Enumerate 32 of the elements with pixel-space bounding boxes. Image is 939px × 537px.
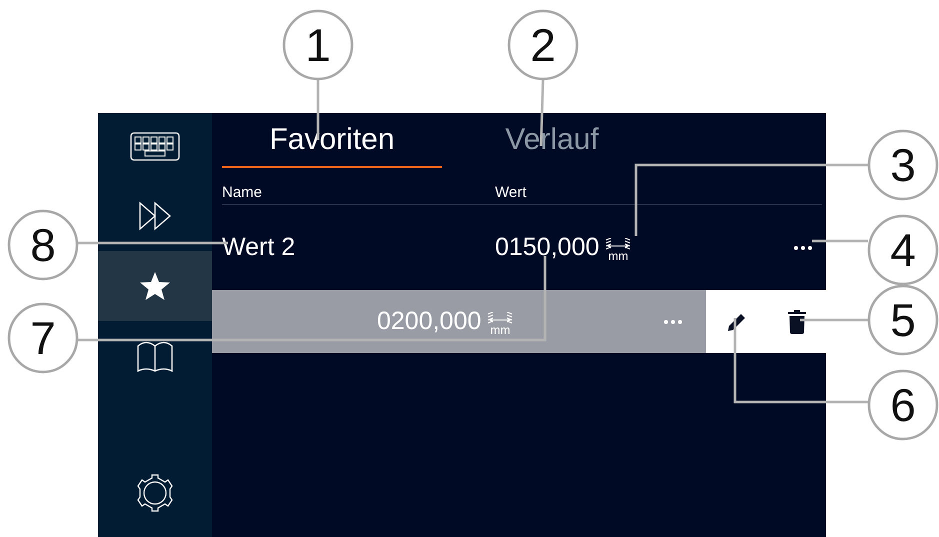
leader-line [812,240,868,242]
fast-forward-icon [138,201,172,231]
settings-icon [135,473,175,513]
unit-label: mm [490,324,510,336]
book-icon [136,340,174,372]
callout-number: 4 [890,224,916,276]
unit-label: mm [608,250,628,262]
row-name: Wert 2 [222,233,296,262]
callout-circle [8,210,78,280]
row-value: 0150,000 [495,233,600,262]
callout-number: 2 [530,19,556,71]
column-header: Wert [495,184,526,201]
distance-icon [605,238,632,250]
callout-number: 3 [890,139,916,191]
tab[interactable]: Verlauf [442,113,662,168]
callout-circle [508,10,578,80]
star-icon [139,271,171,301]
callout-number: 8 [30,219,56,271]
trash-icon [788,310,806,334]
callout-number: 7 [30,312,56,364]
keyboard-icon [130,132,180,162]
distance-icon [487,312,514,324]
callout-number: 1 [305,19,331,71]
callout-number: 5 [890,294,916,346]
callout-circle [8,302,78,374]
tab[interactable]: Favoriten [222,113,442,168]
row-value: 0200,000 [377,307,482,336]
callout-number: 6 [890,379,916,431]
callout-circle [282,10,354,80]
column-header: Name [222,184,264,201]
favorite-row[interactable]: Wert 2 0150,000 mm [212,205,826,290]
sidebar-item[interactable] [98,251,212,321]
